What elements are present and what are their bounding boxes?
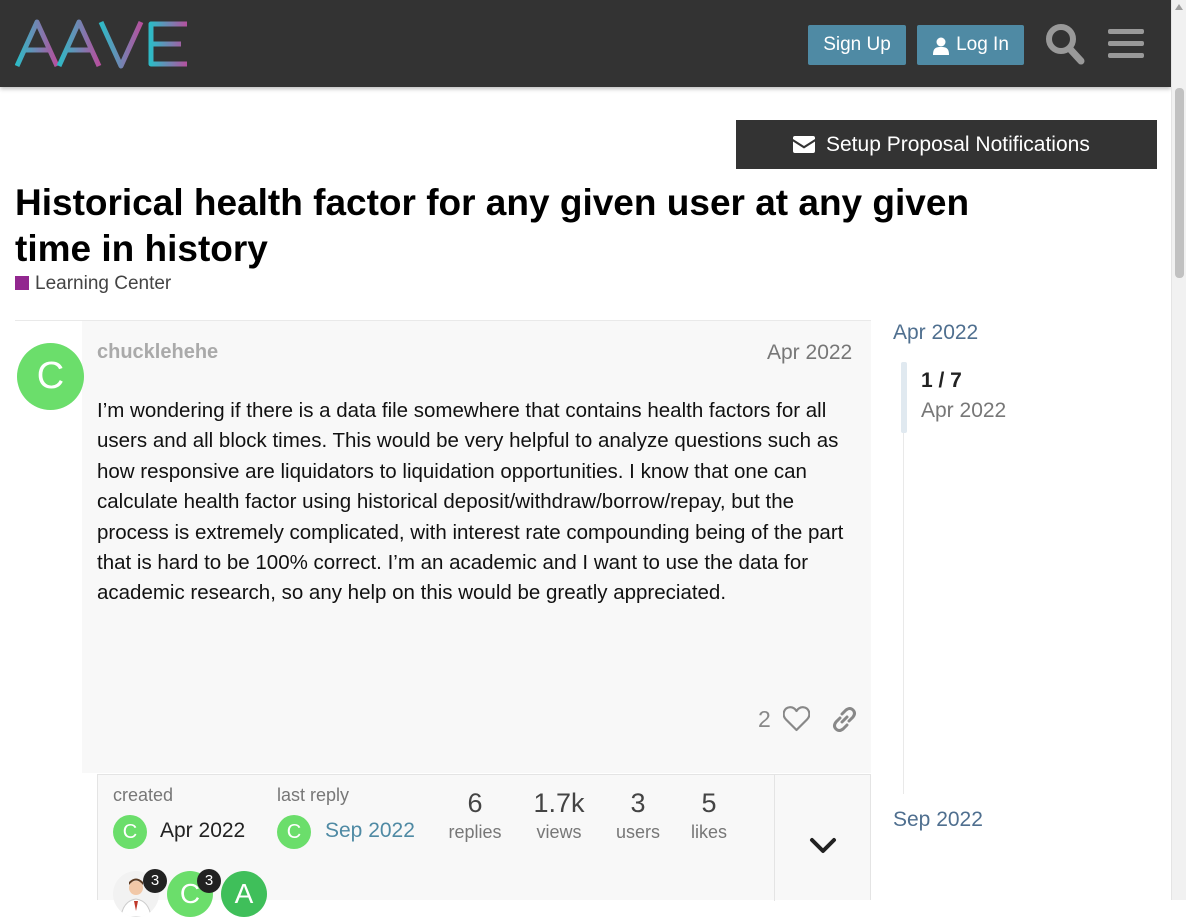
site-header: Sign Up Log In [0, 0, 1171, 87]
menu-icon[interactable] [1106, 21, 1146, 65]
likes-count: 5 [701, 788, 717, 818]
created-date: Apr 2022 [160, 819, 246, 842]
likes-label: likes [690, 822, 727, 842]
created-label: created [113, 785, 174, 805]
envelope-icon [793, 136, 815, 153]
search-icon[interactable] [1045, 21, 1085, 65]
post-avatar-letter: C [36, 355, 65, 397]
replies-label: replies [448, 822, 502, 842]
post-date[interactable]: Apr 2022 [767, 341, 852, 365]
post-avatar[interactable]: C [17, 343, 84, 410]
views-label: views [536, 822, 582, 842]
log-in-button[interactable]: Log In [917, 25, 1024, 65]
participant-post-count-badge: 3 [197, 869, 221, 893]
views-count: 1.7k [533, 788, 585, 818]
users-label: users [615, 822, 660, 842]
replies-count: 6 [467, 788, 483, 818]
timeline-end-date[interactable]: Sep 2022 [893, 808, 983, 832]
timeline-handle[interactable] [901, 362, 907, 433]
user-icon [933, 37, 949, 55]
page-scrollbar[interactable] [1171, 0, 1186, 900]
created-avatar[interactable]: C [113, 815, 147, 849]
link-icon[interactable] [831, 706, 858, 733]
participant-post-count-badge: 3 [143, 869, 167, 893]
topic-map-divider [774, 775, 775, 901]
aave-logo[interactable] [15, 18, 190, 70]
log-in-label: Log In [956, 34, 1009, 55]
participant-avatar[interactable]: A [221, 871, 267, 917]
category-name: Learning Center [35, 273, 172, 294]
setup-notifications-label: Setup Proposal Notifications [826, 133, 1090, 156]
scroll-up-arrow-icon[interactable] [1175, 4, 1183, 10]
topic-title[interactable]: Historical health factor for any given u… [15, 180, 1045, 272]
scrollbar-thumb[interactable] [1175, 88, 1184, 278]
heart-icon[interactable] [783, 706, 810, 732]
timeline-start-date[interactable]: Apr 2022 [893, 321, 978, 345]
post-content: I’m wondering if there is a data file so… [97, 399, 844, 605]
timeline-position: 1 / 7 [921, 369, 962, 392]
last-reply-label: last reply [277, 785, 350, 805]
last-reply-date[interactable]: Sep 2022 [325, 819, 415, 843]
topic-map: created C Apr 2022 last reply C Sep 2022… [97, 774, 871, 917]
post-username[interactable]: chucklehehe [97, 341, 218, 364]
chevron-down-icon[interactable] [809, 837, 837, 855]
sign-up-button[interactable]: Sign Up [808, 25, 906, 65]
category-color-swatch [15, 276, 29, 290]
last-reply-avatar[interactable]: C [277, 815, 311, 849]
like-count[interactable]: 2 [758, 706, 771, 733]
timeline-current-date: Apr 2022 [921, 399, 1007, 422]
users-count: 3 [630, 788, 646, 818]
category-badge[interactable]: Learning Center [15, 273, 171, 295]
setup-notifications-button[interactable]: Setup Proposal Notifications [736, 120, 1157, 169]
